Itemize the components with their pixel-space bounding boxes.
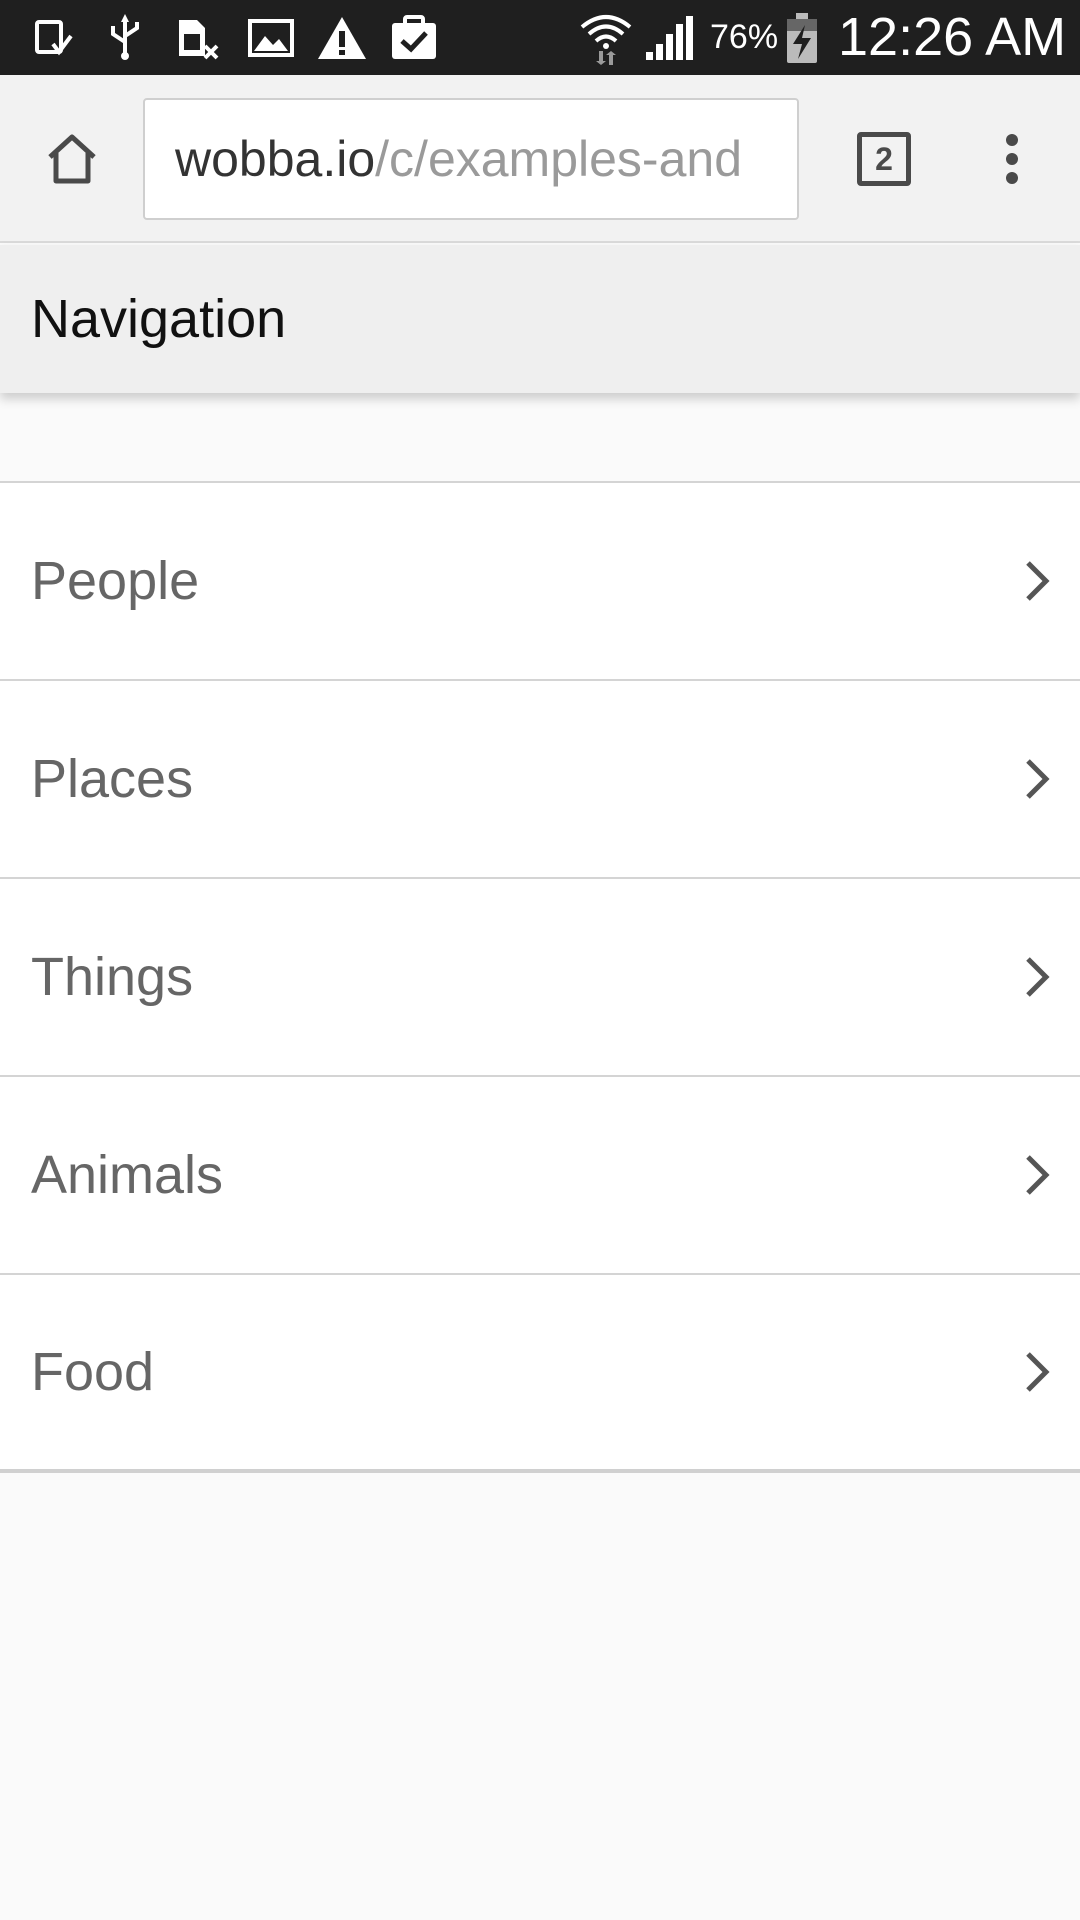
home-icon bbox=[48, 134, 96, 184]
home-button[interactable] bbox=[30, 117, 114, 201]
status-bar: 76% 12:26 AM bbox=[0, 0, 1080, 75]
clock: 12:26 AM bbox=[838, 7, 1067, 67]
browser-toolbar: wobba.io/c/examples-and 2 bbox=[0, 75, 1080, 243]
tab-count: 2 bbox=[857, 132, 911, 186]
wifi-icon bbox=[578, 0, 634, 75]
clipboard-check-icon bbox=[388, 0, 440, 75]
url-host: wobba.io bbox=[175, 131, 376, 187]
download-complete-icon bbox=[28, 0, 78, 75]
more-vert-icon bbox=[1006, 134, 1018, 184]
chevron-right-icon bbox=[1026, 1352, 1050, 1392]
nav-item-label: Animals bbox=[31, 1145, 224, 1205]
nav-item-places[interactable]: Places bbox=[0, 681, 1080, 879]
nav-item-label: Places bbox=[31, 749, 194, 809]
chevron-right-icon bbox=[1026, 759, 1050, 799]
tab-switcher-button[interactable]: 2 bbox=[842, 117, 926, 201]
chevron-right-icon bbox=[1026, 1155, 1050, 1195]
sim-error-icon bbox=[172, 0, 222, 75]
battery-percent: 76% bbox=[710, 18, 779, 56]
signal-icon bbox=[642, 0, 696, 75]
page-header: Navigation bbox=[0, 245, 1080, 393]
nav-item-people[interactable]: People bbox=[0, 483, 1080, 681]
nav-item-label: People bbox=[31, 551, 200, 611]
nav-item-things[interactable]: Things bbox=[0, 879, 1080, 1077]
address-bar[interactable]: wobba.io/c/examples-and bbox=[143, 98, 799, 220]
menu-button[interactable] bbox=[970, 117, 1054, 201]
nav-list: People Places Things Animals Food bbox=[0, 481, 1080, 1473]
image-icon bbox=[244, 0, 298, 75]
chevron-right-icon bbox=[1026, 957, 1050, 997]
page-title: Navigation bbox=[31, 289, 287, 349]
nav-item-label: Food bbox=[31, 1342, 155, 1402]
nav-item-label: Things bbox=[31, 947, 194, 1007]
nav-item-food[interactable]: Food bbox=[0, 1275, 1080, 1473]
nav-item-animals[interactable]: Animals bbox=[0, 1077, 1080, 1275]
usb-icon bbox=[100, 0, 150, 75]
url-path: /c/examples-and bbox=[375, 131, 743, 187]
warning-icon bbox=[314, 0, 370, 75]
chevron-right-icon bbox=[1026, 561, 1050, 601]
battery-charging-icon bbox=[782, 0, 822, 75]
